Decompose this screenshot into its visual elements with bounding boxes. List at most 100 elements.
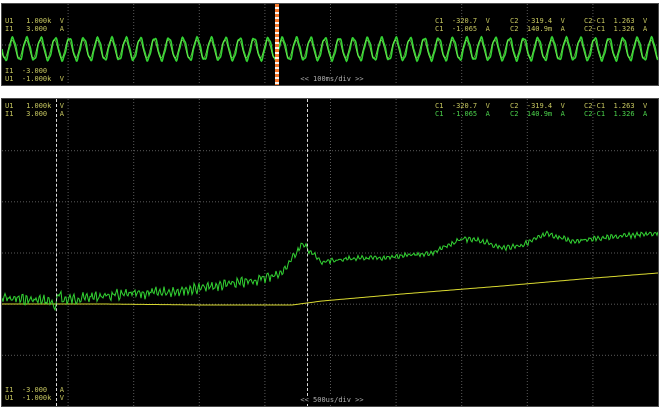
cursor-2[interactable] xyxy=(307,99,308,406)
grid-dot xyxy=(14,150,15,152)
grid-dot xyxy=(592,198,594,199)
grid-dot xyxy=(26,44,27,46)
grid-dot xyxy=(557,150,558,152)
grid-dot xyxy=(230,44,231,46)
grid-dot xyxy=(62,44,63,46)
grid-dot xyxy=(526,312,528,313)
cursor-1[interactable] xyxy=(56,99,57,406)
grid-dot xyxy=(592,138,594,139)
grid-dot xyxy=(526,67,528,68)
grid-dot xyxy=(526,240,528,241)
grid-dot xyxy=(461,132,463,133)
grid-dot xyxy=(155,252,156,254)
grid-dot xyxy=(11,150,12,152)
grid-dot xyxy=(362,44,363,46)
grid-dot xyxy=(592,336,594,337)
grid-dot xyxy=(374,201,375,203)
grid-dot xyxy=(330,64,331,65)
zoom-timebase[interactable]: << 500us/div >> xyxy=(298,396,366,404)
grid-dot xyxy=(198,114,200,115)
grid-dot xyxy=(590,252,591,254)
grid-dot xyxy=(67,171,69,172)
grid-dot xyxy=(526,13,528,14)
grid-dot xyxy=(461,354,462,356)
grid-dot xyxy=(526,129,528,130)
grid-dot xyxy=(278,150,279,152)
grid-dot xyxy=(641,354,642,356)
grid-dot xyxy=(133,132,135,133)
grid-dot xyxy=(67,384,69,385)
grid-dot xyxy=(74,201,75,203)
grid-dot xyxy=(86,354,87,356)
grid-dot xyxy=(526,132,528,133)
grid-dot xyxy=(330,327,331,328)
grid-dot xyxy=(67,228,69,229)
grid-dot xyxy=(476,303,477,305)
grid-dot xyxy=(592,34,594,35)
grid-dot xyxy=(101,150,102,152)
grid-dot xyxy=(590,354,591,356)
grid-dot xyxy=(26,201,27,203)
grid-dot xyxy=(592,79,594,80)
grid-dot xyxy=(592,153,594,154)
grid-dot xyxy=(50,354,51,356)
grid-dot xyxy=(133,73,135,74)
grid-dot xyxy=(264,357,266,358)
grid-dot xyxy=(264,252,266,253)
grid-dot xyxy=(545,303,546,305)
grid-dot xyxy=(512,303,513,305)
grid-dot xyxy=(443,150,444,152)
grid-dot xyxy=(80,354,81,356)
grid-dot xyxy=(572,201,573,203)
zoom-pane[interactable]: U1 1.000k V I1 3.000 A I1 -3.000 A U1 -1… xyxy=(1,98,659,407)
grid-dot xyxy=(461,147,463,148)
zoom-position-marker[interactable] xyxy=(275,4,279,85)
overview-pane[interactable]: U1 1.000k V I1 3.000 A I1 -3.000 U1 -1.0… xyxy=(1,3,659,86)
grid-dot xyxy=(198,183,200,184)
grid-dot xyxy=(59,150,60,152)
grid-dot xyxy=(458,201,459,203)
grid-dot xyxy=(146,44,147,46)
overview-timebase[interactable]: << 100ms/div >> xyxy=(298,75,366,83)
grid-dot xyxy=(133,138,135,139)
grid-dot xyxy=(482,252,483,254)
grid-dot xyxy=(152,201,153,203)
grid-dot xyxy=(344,44,345,46)
grid-dot xyxy=(526,222,528,223)
grid-dot xyxy=(614,150,615,152)
grid-dot xyxy=(545,354,546,356)
grid-dot xyxy=(578,354,579,356)
grid-dot xyxy=(491,303,492,305)
grid-dot xyxy=(542,44,543,46)
grid-dot xyxy=(38,201,39,203)
grid-dot xyxy=(575,303,576,305)
grid-dot xyxy=(623,150,624,152)
grid-dot xyxy=(198,147,200,148)
grid-dot xyxy=(410,252,411,254)
grid-dot xyxy=(461,189,463,190)
grid-dot xyxy=(353,303,354,305)
grid-dot xyxy=(133,40,135,41)
grid-dot xyxy=(92,201,93,203)
grid-dot xyxy=(29,201,30,203)
grid-dot xyxy=(198,312,200,313)
grid-dot xyxy=(335,252,336,254)
grid-dot xyxy=(302,354,303,356)
grid-dot xyxy=(416,150,417,152)
grid-dot xyxy=(395,210,397,211)
grid-dot xyxy=(410,354,411,356)
grid-dot xyxy=(179,150,180,152)
grid-dot xyxy=(526,402,528,403)
grid-dot xyxy=(330,303,331,304)
grid-dot xyxy=(59,44,60,46)
grid-dot xyxy=(461,318,463,319)
grid-dot xyxy=(476,150,477,152)
grid-dot xyxy=(347,303,348,305)
grid-dot xyxy=(133,228,135,229)
grid-dot xyxy=(67,246,69,247)
grid-dot xyxy=(395,387,397,388)
grid-dot xyxy=(592,174,594,175)
grid-dot xyxy=(592,216,594,217)
grid-dot xyxy=(107,150,108,152)
grid-dot xyxy=(592,246,594,247)
